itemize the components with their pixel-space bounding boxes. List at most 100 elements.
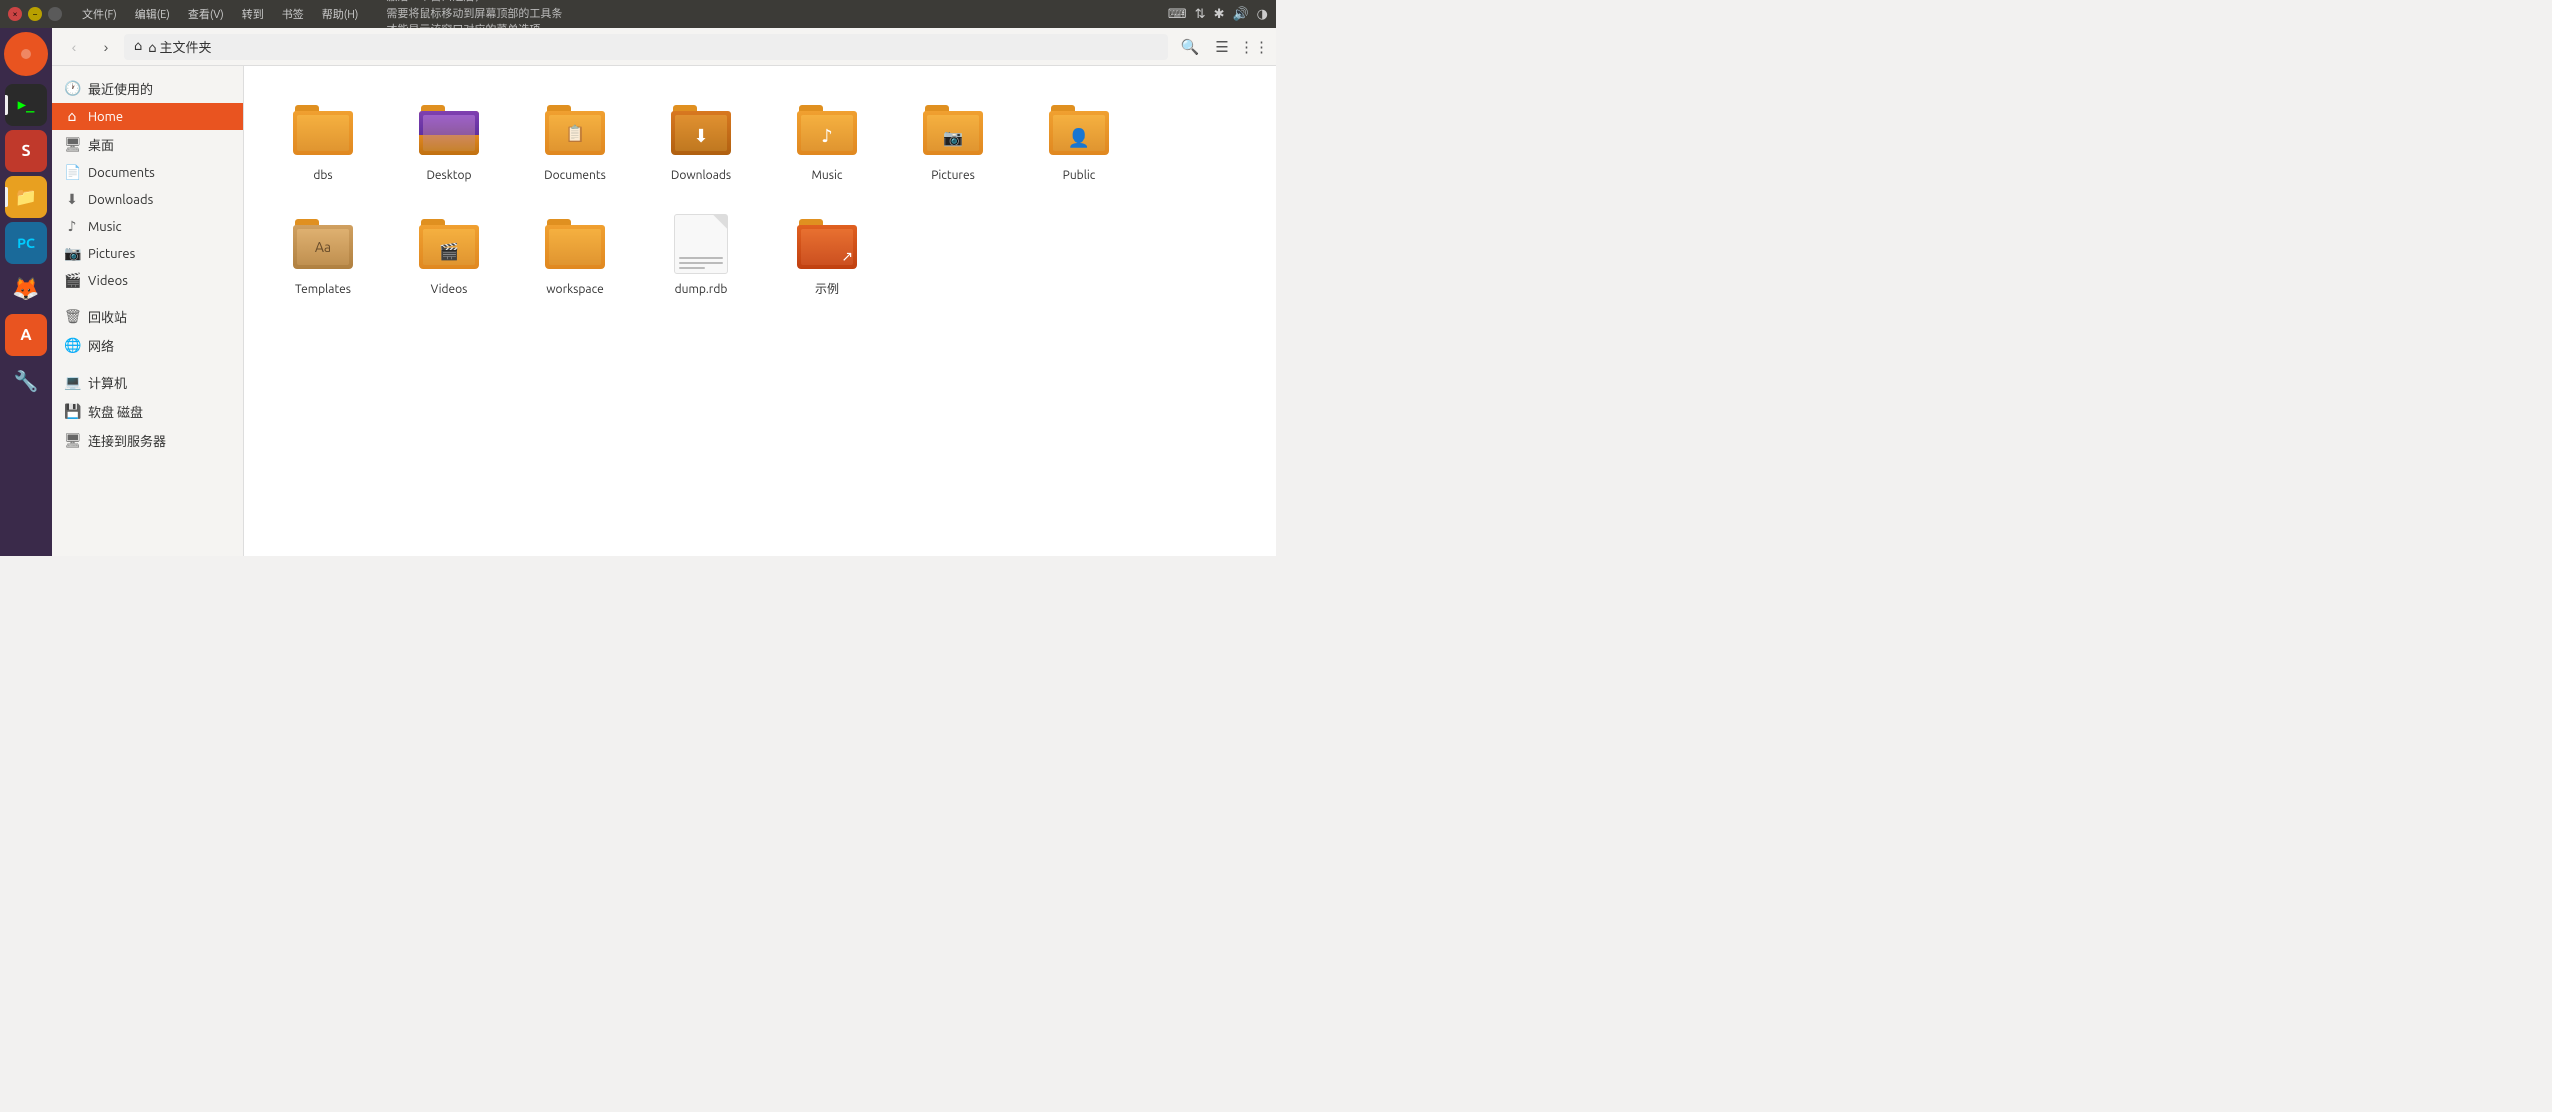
file-manager: ‹ › ⌂ ⌂ 主文件夹 🔍 ☰ ⋮⋮ 🕐 最近使用的 ⌂ — [52, 28, 1276, 556]
video-icon: 🎬 — [439, 242, 459, 261]
sidebar-item-downloads[interactable]: ⬇ Downloads — [52, 186, 243, 213]
sidebar-item-floppy[interactable]: 💾 软盘 磁盘 — [52, 397, 243, 426]
location-text: ⌂ 主文件夹 — [148, 37, 211, 56]
folder-icon-dbs — [291, 98, 355, 162]
menu-view[interactable]: 查看(V) — [180, 4, 232, 24]
folder-icon-pictures: 📷 — [921, 98, 985, 162]
file-item-dbs[interactable]: dbs — [268, 90, 378, 192]
dock-item-browser[interactable]: 🦊 — [5, 268, 47, 310]
dock-item-texteditor[interactable]: S — [5, 130, 47, 172]
videos-icon: 🎬 — [64, 272, 80, 289]
file-label-desktop: Desktop — [426, 168, 471, 184]
desktop-icon: 🖥 — [64, 136, 80, 153]
bluetooth-icon: ✱ — [1214, 7, 1225, 22]
file-label-public: Public — [1063, 168, 1096, 184]
sidebar-label-home: Home — [88, 110, 123, 124]
doc-file-icon — [669, 212, 733, 276]
forward-button[interactable]: › — [92, 33, 120, 61]
music-icon: ♪ — [64, 218, 80, 235]
keyboard-icon: ⌨ — [1168, 7, 1187, 22]
doc-line-3 — [679, 267, 705, 269]
sidebar-item-videos[interactable]: 🎬 Videos — [52, 267, 243, 294]
sidebar-item-documents[interactable]: 📄 Documents — [52, 159, 243, 186]
home-nav-icon: ⌂ — [64, 108, 80, 125]
dock-item-ubuntu[interactable] — [4, 32, 48, 76]
menu-edit[interactable]: 编辑(E) — [127, 4, 178, 24]
sidebar-item-recent[interactable]: 🕐 最近使用的 — [52, 74, 243, 103]
list-view-button[interactable]: ☰ — [1208, 33, 1236, 61]
folder-icon-workspace — [543, 212, 607, 276]
sidebar-item-computer[interactable]: 💻 计算机 — [52, 368, 243, 397]
folder-icon-public: 👤 — [1047, 98, 1111, 162]
sidebar-item-network[interactable]: 🌐 网络 — [52, 331, 243, 360]
file-grid: dbs Desktop — [244, 66, 1276, 556]
doc-line-1 — [679, 257, 723, 259]
sidebar-label-music: Music — [88, 220, 122, 234]
active-indicator — [5, 95, 8, 115]
menu-bookmarks[interactable]: 书签 — [274, 4, 312, 24]
dock-item-settings[interactable]: 🔧 — [5, 360, 47, 402]
dock-item-terminal[interactable]: ▶_ — [5, 84, 47, 126]
menu-file[interactable]: 文件(F) — [74, 4, 125, 24]
file-label-documents: Documents — [544, 168, 606, 184]
status-bar-right: ⌨ ⇅ ✱ 🔊 ◑ — [1168, 7, 1268, 22]
pictures-icon: 📷 — [64, 245, 80, 262]
power-icon: ◑ — [1257, 7, 1268, 22]
file-item-workspace[interactable]: workspace — [520, 204, 630, 306]
minimize-button[interactable]: − — [28, 7, 42, 21]
file-item-desktop[interactable]: Desktop — [394, 90, 504, 192]
file-item-downloads[interactable]: ⬇ Downloads — [646, 90, 756, 192]
file-item-music[interactable]: ♪ Music — [772, 90, 882, 192]
file-label-templates: Templates — [295, 282, 351, 298]
file-item-templates[interactable]: Aa Templates — [268, 204, 378, 306]
search-button[interactable]: 🔍 — [1176, 33, 1204, 61]
file-item-example[interactable]: ↗ 示例 — [772, 204, 882, 306]
sidebar-item-desktop[interactable]: 🖥 桌面 — [52, 130, 243, 159]
menu-items: 文件(F) 编辑(E) 查看(V) 转到 书签 帮助(H) — [74, 4, 366, 24]
dock-item-appstore[interactable]: A — [5, 314, 47, 356]
file-label-dbs: dbs — [313, 168, 332, 184]
camera-icon: 📷 — [943, 128, 963, 147]
sidebar-item-pictures[interactable]: 📷 Pictures — [52, 240, 243, 267]
folder-icon-music: ♪ — [795, 98, 859, 162]
sidebar-label-downloads: Downloads — [88, 193, 153, 207]
menu-goto[interactable]: 转到 — [234, 4, 272, 24]
file-item-dumprdb[interactable]: dump.rdb — [646, 204, 756, 306]
menu-help[interactable]: 帮助(H) — [314, 4, 367, 24]
file-item-pictures[interactable]: 📷 Pictures — [898, 90, 1008, 192]
dock: ▶_ S 📁 PC 🦊 A 🔧 — [0, 28, 52, 556]
sidebar-label-documents: Documents — [88, 166, 155, 180]
file-item-public[interactable]: 👤 Public — [1024, 90, 1134, 192]
sidebar-item-music[interactable]: ♪ Music — [52, 213, 243, 240]
folder-icon-documents: 📋 — [543, 98, 607, 162]
downloads-icon: ⬇ — [64, 191, 80, 208]
grid-view-button[interactable]: ⋮⋮ — [1240, 33, 1268, 61]
back-button[interactable]: ‹ — [60, 33, 88, 61]
file-label-downloads: Downloads — [671, 168, 731, 184]
sidebar-item-trash[interactable]: 🗑 回收站 — [52, 302, 243, 331]
file-item-videos[interactable]: 🎬 Videos — [394, 204, 504, 306]
example-arrow-icon: ↗ — [841, 248, 853, 265]
location-bar[interactable]: ⌂ ⌂ 主文件夹 — [124, 34, 1168, 60]
doc-lines — [679, 257, 723, 269]
file-label-pictures: Pictures — [931, 168, 975, 184]
documents-icon: 📄 — [64, 164, 80, 181]
sidebar-item-home[interactable]: ⌂ Home — [52, 103, 243, 130]
maximize-button[interactable] — [48, 7, 62, 21]
file-item-documents[interactable]: 📋 Documents — [520, 90, 630, 192]
sidebar-label-desktop: 桌面 — [88, 135, 114, 154]
floppy-icon: 💾 — [64, 403, 80, 420]
toolbar-right: 🔍 ☰ ⋮⋮ — [1176, 33, 1268, 61]
file-label-music: Music — [812, 168, 843, 184]
menu-bar: × − 文件(F) 编辑(E) 查看(V) 转到 书签 帮助(H) 激活一个窗口… — [0, 0, 1276, 28]
dock-item-ide[interactable]: PC — [5, 222, 47, 264]
sidebar-item-connect[interactable]: 🖥 连接到服务器 — [52, 426, 243, 455]
active-indicator-2 — [5, 187, 8, 207]
network-icon: 🌐 — [64, 337, 80, 354]
sidebar-label-computer: 计算机 — [88, 373, 127, 392]
template-icon: Aa — [315, 239, 331, 255]
close-button[interactable]: × — [8, 7, 22, 21]
home-icon: ⌂ — [134, 39, 142, 54]
dock-item-filemanager[interactable]: 📁 — [5, 176, 47, 218]
person-icon: 👤 — [1068, 128, 1090, 149]
